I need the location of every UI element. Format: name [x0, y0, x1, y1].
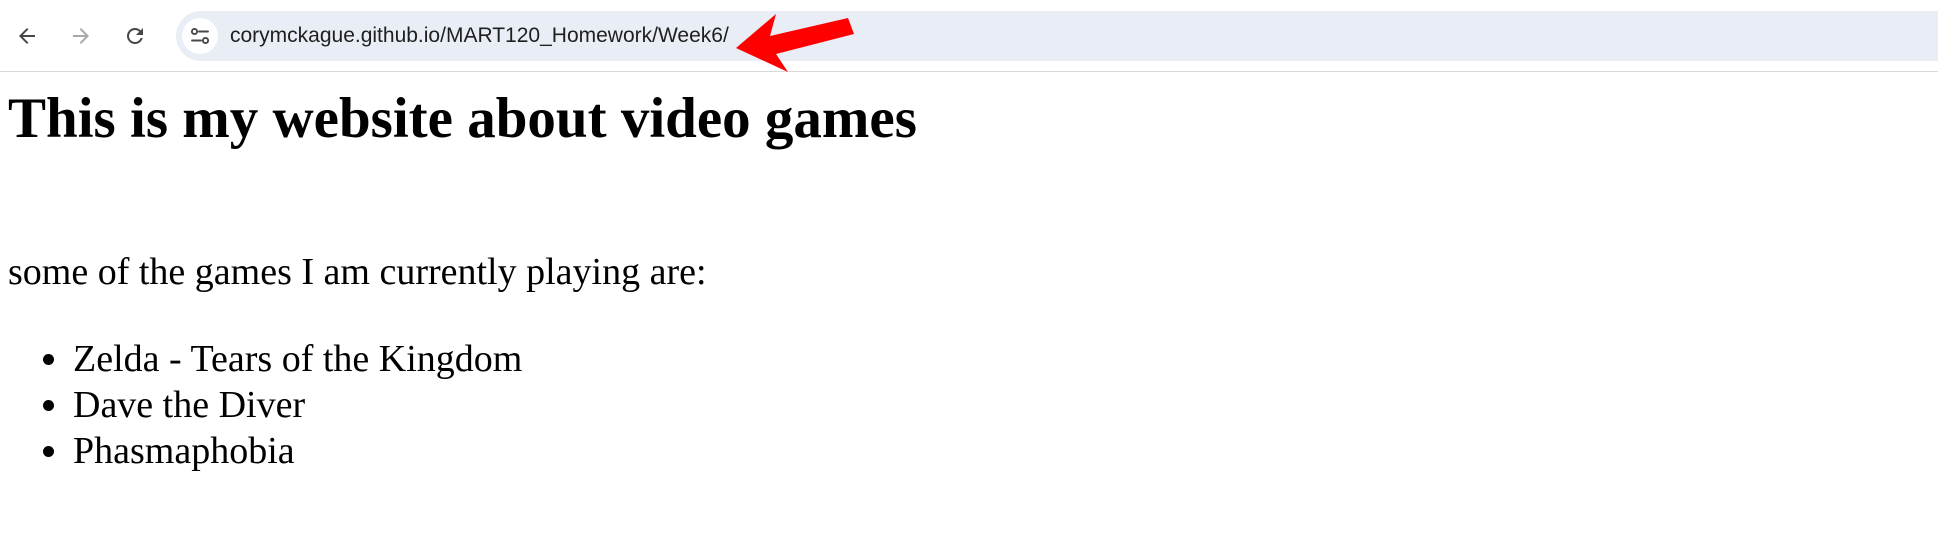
browser-toolbar: corymckague.github.io/MART120_Homework/W…: [0, 0, 1938, 72]
red-arrow-annotation: [736, 14, 854, 72]
tune-icon: [190, 27, 210, 45]
bullet-icon: [43, 400, 54, 411]
list-item: Phasmaphobia: [0, 428, 522, 474]
url-text[interactable]: corymckague.github.io/MART120_Homework/W…: [230, 11, 729, 61]
arrow-left-icon: [19, 28, 35, 44]
site-info-button[interactable]: [182, 18, 218, 54]
games-list: Zelda - Tears of the Kingdom Dave the Di…: [0, 336, 522, 474]
reload-icon: [126, 27, 143, 44]
address-bar[interactable]: corymckague.github.io/MART120_Homework/W…: [176, 11, 1938, 61]
forward-button[interactable]: [62, 17, 100, 55]
list-item-label: Phasmaphobia: [73, 430, 295, 472]
reload-button[interactable]: [116, 17, 154, 55]
list-item: Dave the Diver: [0, 382, 522, 428]
page-title: This is my website about video games: [8, 87, 917, 150]
arrow-right-icon: [73, 28, 89, 44]
list-item-label: Dave the Diver: [73, 384, 306, 426]
list-item-label: Zelda - Tears of the Kingdom: [73, 338, 523, 380]
intro-text: some of the games I am currently playing…: [8, 251, 707, 293]
list-item: Zelda - Tears of the Kingdom: [0, 336, 522, 382]
bullet-icon: [43, 446, 54, 457]
bullet-icon: [43, 354, 54, 365]
back-button[interactable]: [8, 17, 46, 55]
page-content: This is my website about video games som…: [0, 72, 1938, 550]
